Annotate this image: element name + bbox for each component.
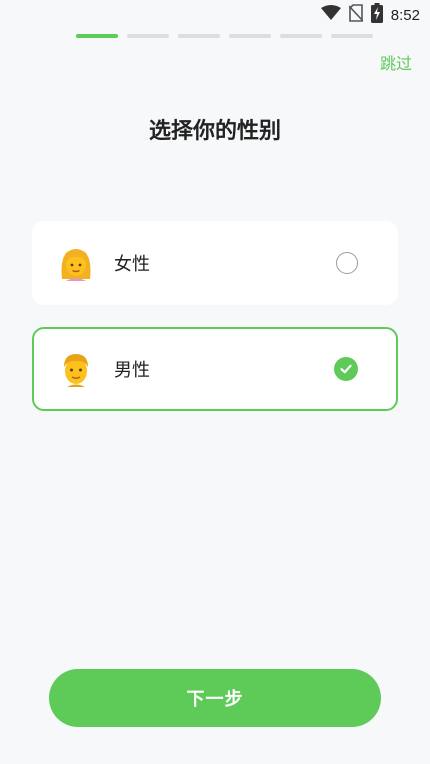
- status-bar: 8:52: [0, 0, 430, 30]
- battery-charging-icon: [370, 3, 383, 27]
- progress-segment: [280, 34, 322, 38]
- onboarding-progress: [76, 34, 373, 38]
- progress-segment: [229, 34, 271, 38]
- no-sim-icon: [348, 4, 364, 26]
- radio-unchecked-icon[interactable]: [336, 252, 358, 274]
- gender-option-label: 女性: [114, 254, 150, 275]
- gender-option-label: 男性: [114, 360, 150, 381]
- man-blond-emoji-icon: [56, 349, 96, 389]
- gender-option-male[interactable]: 男性: [32, 327, 398, 411]
- wifi-icon: [320, 5, 341, 25]
- check-circle-icon[interactable]: [334, 357, 358, 381]
- page-title: 选择你的性别: [148, 119, 281, 144]
- gender-selection-screen: 8:52 跳过 选择你的性别 女性 男性 下一步: [0, 0, 430, 764]
- progress-segment: [331, 34, 373, 38]
- progress-segment: [76, 34, 118, 38]
- next-button[interactable]: 下一步: [49, 669, 381, 727]
- skip-button[interactable]: 跳过: [380, 50, 412, 74]
- status-time: 8:52: [390, 6, 420, 24]
- gender-option-female[interactable]: 女性: [32, 221, 398, 305]
- progress-segment: [127, 34, 169, 38]
- progress-segment: [178, 34, 220, 38]
- woman-blond-emoji-icon: [56, 243, 96, 283]
